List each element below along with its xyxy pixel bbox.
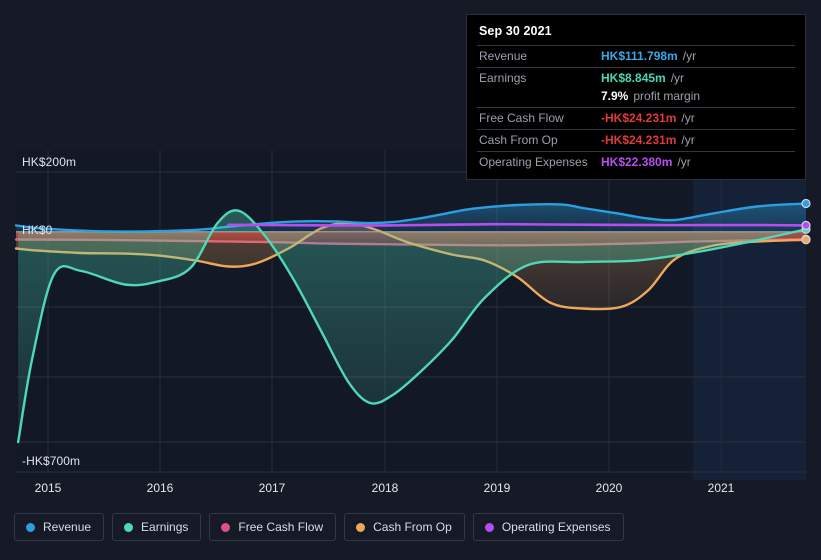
y-axis-label-zero: HK$0 bbox=[22, 223, 53, 237]
tooltip-row-value-group: HK$8.845m/yr bbox=[601, 71, 684, 86]
x-axis-tick: 2020 bbox=[595, 481, 623, 495]
legend-item-operating-expenses[interactable]: Operating Expenses bbox=[472, 513, 624, 541]
tooltip-row-value: HK$8.845m bbox=[601, 71, 666, 85]
legend-item-label: Earnings bbox=[141, 520, 189, 534]
legend-color-dot-icon bbox=[221, 522, 231, 532]
x-axis-tick: 2016 bbox=[146, 481, 174, 495]
legend-color-dot-icon bbox=[26, 522, 35, 532]
tooltip-row-unit: /yr bbox=[670, 71, 685, 85]
legend-color-dot-icon bbox=[124, 522, 134, 532]
tooltip-row-value: HK$22.380m bbox=[601, 155, 673, 169]
series-endpoint-revenue[interactable] bbox=[801, 198, 811, 209]
tooltip-rows: Revenue HK$111.798m/yr Earnings HK$8.845m/y… bbox=[477, 45, 795, 173]
tooltip-row-label: Earnings bbox=[479, 71, 527, 85]
tooltip-row-unit: profit margin bbox=[633, 89, 701, 103]
y-axis-label-top: HK$200m bbox=[22, 155, 77, 169]
x-axis-tick: 2019 bbox=[483, 481, 511, 495]
tooltip-row-label: Operating Expenses bbox=[479, 155, 588, 169]
legend-color-dot-icon bbox=[356, 522, 366, 532]
data-tooltip: Sep 30 2021 Revenue HK$111.798m/yr Earning… bbox=[466, 14, 806, 180]
x-axis-tick: 2021 bbox=[707, 481, 735, 495]
tooltip-row-value-group: HK$22.380m/yr bbox=[601, 155, 691, 170]
forecast-region bbox=[693, 150, 806, 480]
series-endpoint-cash-from-op[interactable] bbox=[801, 235, 811, 245]
x-axis-tick: 2018 bbox=[371, 481, 399, 495]
legend-item-cash-from-op[interactable]: Cash From Op bbox=[344, 513, 465, 541]
series-endpoint-operating-expenses[interactable] bbox=[801, 220, 811, 231]
tooltip-row: Free Cash Flow -HK$24.231m/yr bbox=[477, 107, 795, 129]
legend-item-free-cash-flow[interactable]: Free Cash Flow bbox=[209, 513, 337, 541]
tooltip-row: 7.9% profit margin bbox=[477, 89, 795, 107]
tooltip-row-unit: /yr bbox=[681, 133, 695, 147]
tooltip-row-label: Revenue bbox=[479, 49, 528, 63]
x-axis: 2015 2016 2017 2018 2019 2020 2021 bbox=[0, 481, 821, 505]
tooltip-row-value: -HK$24.231m bbox=[601, 133, 677, 147]
legend-item-label: Revenue bbox=[43, 520, 92, 534]
tooltip-row-value-group: 7.9% profit margin bbox=[601, 89, 700, 104]
x-axis-tick: 2017 bbox=[258, 481, 286, 495]
legend-item-revenue[interactable]: Revenue bbox=[14, 513, 105, 541]
legend-item-label: Operating Expenses bbox=[501, 520, 611, 534]
legend-item-label: Cash From Op bbox=[373, 520, 452, 534]
x-axis-tick: 2015 bbox=[34, 481, 62, 495]
tooltip-row-value-group: -HK$24.231m/yr bbox=[601, 133, 695, 148]
tooltip-row: Cash From Op -HK$24.231m/yr bbox=[477, 129, 795, 151]
tooltip-row-unit: /yr bbox=[682, 49, 697, 63]
tooltip-row: Revenue HK$111.798m/yr bbox=[477, 45, 795, 67]
series-line-operating-expenses bbox=[227, 222, 808, 227]
tooltip-date: Sep 30 2021 bbox=[479, 24, 552, 38]
tooltip-row: Earnings HK$8.845m/yr bbox=[477, 67, 795, 89]
tooltip-row-value: -HK$24.231m bbox=[601, 111, 677, 125]
tooltip-row-unit: /yr bbox=[681, 111, 695, 125]
tooltip-row: Operating Expenses HK$22.380m/yr bbox=[477, 151, 795, 173]
y-axis-label-bottom: -HK$700m bbox=[22, 454, 81, 468]
tooltip-row-label: Cash From Op bbox=[479, 133, 558, 147]
tooltip-row-value: 7.9% bbox=[601, 89, 629, 103]
legend-item-label: Free Cash Flow bbox=[238, 520, 324, 534]
legend-color-dot-icon bbox=[484, 522, 494, 532]
chart-canvas bbox=[0, 150, 821, 480]
tooltip-row-value: HK$111.798m bbox=[601, 49, 678, 63]
tooltip-row-value-group: -HK$24.231m/yr bbox=[601, 111, 695, 126]
legend-item-earnings[interactable]: Earnings bbox=[112, 513, 202, 541]
chart-plot bbox=[14, 150, 811, 480]
financial-chart-page: HK$200m HK$0 -HK$700m 2015 2016 2017 2018 20… bbox=[0, 0, 821, 560]
tooltip-row-label: Free Cash Flow bbox=[479, 111, 564, 125]
tooltip-row-value-group: HK$111.798m/yr bbox=[601, 49, 696, 64]
chart-legend[interactable]: Revenue Earnings Free Cash Flow Cash From O… bbox=[14, 513, 624, 541]
tooltip-row-unit: /yr bbox=[677, 155, 691, 169]
